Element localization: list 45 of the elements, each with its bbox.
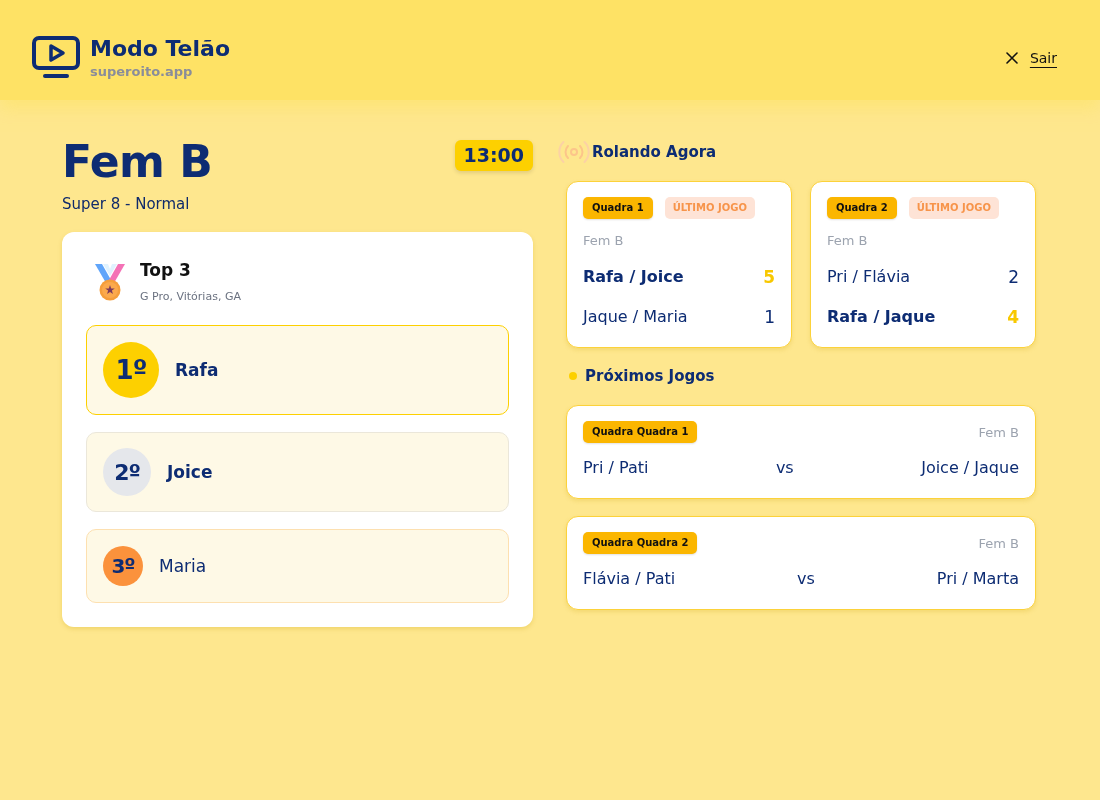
player-name: Joice xyxy=(167,462,213,482)
medal-icon xyxy=(93,263,127,301)
category-title: Fem B xyxy=(62,138,213,186)
court-tag: Quadra 2 xyxy=(827,197,897,219)
player-name: Rafa xyxy=(175,360,219,380)
broadcast-icon xyxy=(558,139,590,165)
team-name: Pri / Pati xyxy=(583,457,649,479)
team-name: Joice / Jaque xyxy=(921,457,1019,479)
app-title: Modo Telão xyxy=(90,35,231,63)
section-title: Próximos Jogos xyxy=(585,367,715,385)
versus-label: vs xyxy=(775,457,794,479)
tv-play-icon xyxy=(32,36,80,80)
rank-badge: 3º xyxy=(103,546,143,586)
team-name: Flávia / Pati xyxy=(583,568,676,590)
court-tag: Quadra Quadra 2 xyxy=(583,532,698,554)
category-label: Fem B xyxy=(827,232,869,250)
team-name: Jaque / Maria xyxy=(583,306,688,328)
ranking-criteria: G Pro, Vitórias, GA xyxy=(140,289,241,305)
rank-badge: 1º xyxy=(103,342,159,398)
versus-label: vs xyxy=(797,568,815,590)
team-name: Pri / Marta xyxy=(936,568,1019,590)
team-score: 5 xyxy=(763,266,775,289)
court-tag: Quadra Quadra 1 xyxy=(583,421,698,443)
last-game-tag: ÚLTIMO JOGO xyxy=(908,197,999,219)
app-domain: superoito.app xyxy=(90,63,194,81)
category-label: Fem B xyxy=(583,232,625,250)
rank-badge: 2º xyxy=(103,448,151,496)
team-score: 4 xyxy=(1007,306,1019,329)
exit-button[interactable]: Sair xyxy=(1005,50,1057,66)
team-score: 1 xyxy=(764,306,775,329)
close-icon xyxy=(1005,52,1018,64)
format-subtitle: Super 8 - Normal xyxy=(62,194,191,214)
team-name: Rafa / Jaque xyxy=(827,306,936,328)
team-name: Rafa / Joice xyxy=(583,266,684,288)
section-title: Rolando Agora xyxy=(592,143,717,161)
time-badge: 13:00 xyxy=(454,140,533,171)
team-score: 2 xyxy=(1008,266,1019,289)
last-game-tag: ÚLTIMO JOGO xyxy=(664,197,755,219)
court-tag: Quadra 1 xyxy=(583,197,653,219)
category-label: Fem B xyxy=(978,424,1019,440)
player-name: Maria xyxy=(159,556,207,576)
status-dot-icon xyxy=(569,372,577,380)
category-label: Fem B xyxy=(978,535,1019,551)
team-name: Pri / Flávia xyxy=(827,266,911,288)
top3-title: Top 3 xyxy=(140,259,192,281)
